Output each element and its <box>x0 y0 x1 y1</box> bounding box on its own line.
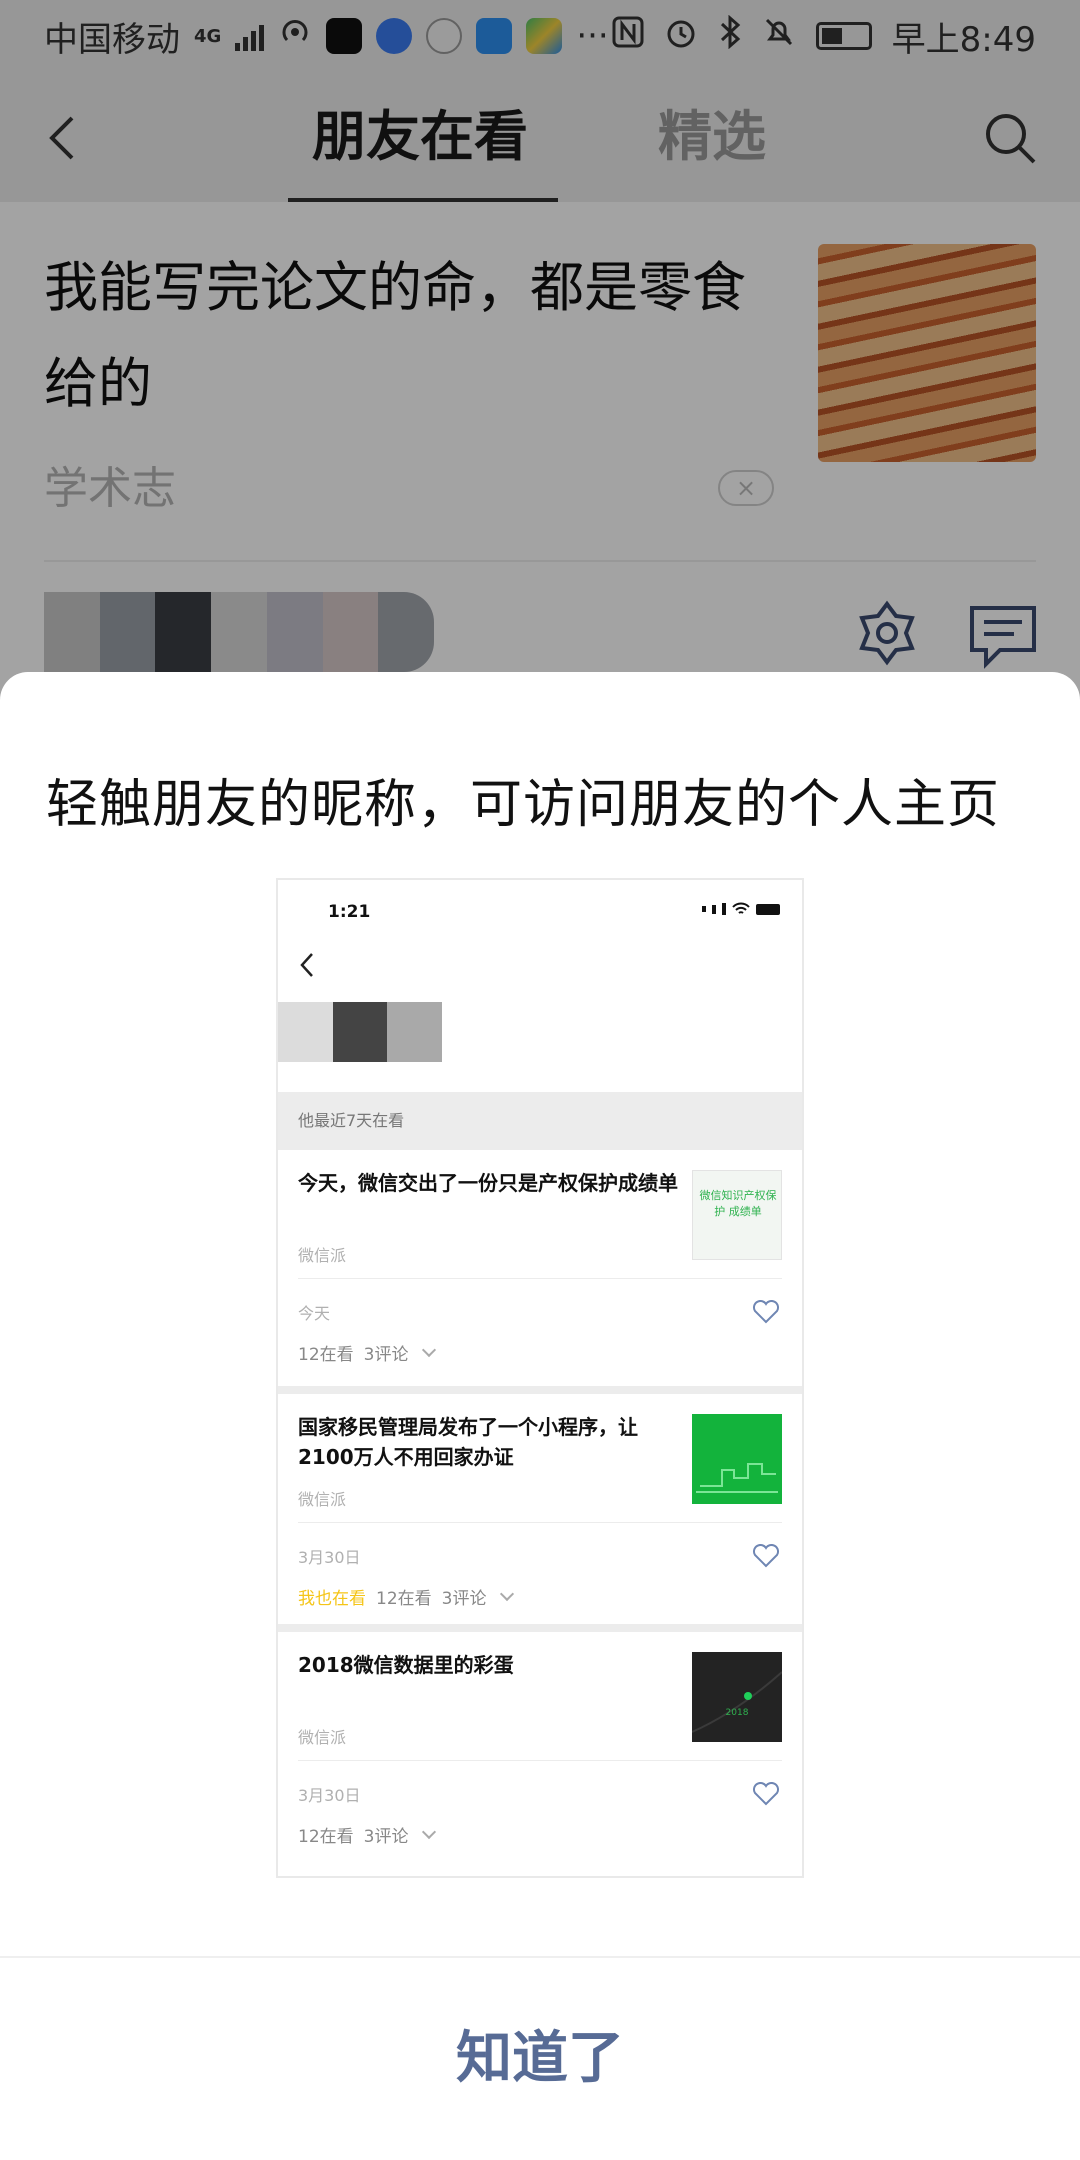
preview-status-icons <box>702 902 780 916</box>
preview-card-meta: 我也在看 12在看 3评论 <box>298 1584 515 1609</box>
preview-card-thumbnail: 2018 <box>692 1652 782 1742</box>
preview-card: 国家移民管理局发布了一个小程序，让2100万人不用回家办证 微信派 3月30日 … <box>278 1394 802 1624</box>
preview-card-thumbnail <box>692 1414 782 1504</box>
preview-card-meta: 12在看 3评论 <box>298 1340 437 1365</box>
preview-views: 12在看 <box>298 1827 354 1847</box>
also-viewing-label: 我也在看 <box>298 1589 366 1609</box>
profile-preview-image: 1:21 他最近7天在看 今天，微信交出了一份只是产权保护成绩单 微信派 微信知… <box>276 878 804 1878</box>
preview-card-source: 微信派 <box>298 1246 347 1265</box>
preview-card: 2018微信数据里的彩蛋 微信派 2018 3月30日 12在看 3评论 <box>278 1632 802 1872</box>
preview-card-source: 微信派 <box>298 1728 347 1747</box>
heart-icon <box>752 1299 780 1324</box>
preview-views: 12在看 <box>376 1589 432 1609</box>
preview-card-thumbnail: 微信知识产权保护 成绩单 <box>692 1170 782 1260</box>
preview-views: 12在看 <box>298 1345 354 1365</box>
preview-card-title: 2018微信数据里的彩蛋 <box>298 1653 514 1677</box>
preview-comments: 3评论 <box>363 1345 409 1365</box>
heart-icon <box>752 1781 780 1806</box>
preview-time: 1:21 <box>328 902 371 922</box>
heart-icon <box>752 1543 780 1568</box>
preview-thumb-text: 2018 <box>725 1708 749 1718</box>
divider <box>298 1522 782 1523</box>
preview-card-meta: 12在看 3评论 <box>298 1822 437 1847</box>
chevron-down-icon <box>422 1824 437 1839</box>
preview-avatar <box>278 1002 443 1062</box>
preview-back-icon <box>296 950 318 980</box>
preview-card-source: 微信派 <box>298 1490 347 1509</box>
card-separator <box>278 1624 802 1632</box>
preview-card: 今天，微信交出了一份只是产权保护成绩单 微信派 微信知识产权保护 成绩单 今天 … <box>278 1150 802 1386</box>
preview-status-bar: 1:21 <box>278 880 802 940</box>
chevron-down-icon <box>500 1586 515 1601</box>
preview-comments: 3评论 <box>441 1589 487 1609</box>
preview-card-date: 3月30日 <box>298 1548 361 1567</box>
chevron-down-icon <box>422 1342 437 1357</box>
sheet-title: 轻触朋友的昵称，可访问朋友的个人主页 <box>46 775 1001 835</box>
preview-card-date: 今天 <box>298 1304 331 1323</box>
divider <box>298 1278 782 1279</box>
card-separator <box>278 1386 802 1394</box>
divider <box>298 1760 782 1761</box>
preview-card-title: 国家移民管理局发布了一个小程序，让2100万人不用回家办证 <box>298 1415 638 1469</box>
preview-card-title: 今天，微信交出了一份只是产权保护成绩单 <box>298 1171 678 1195</box>
preview-thumb-text: 微信知识产权保护 成绩单 <box>699 1189 777 1218</box>
preview-comments: 3评论 <box>363 1827 409 1847</box>
preview-card-date: 3月30日 <box>298 1786 361 1805</box>
got-it-button[interactable]: 知道了 <box>0 1958 1080 2160</box>
preview-section-label: 他最近7天在看 <box>278 1092 802 1150</box>
tip-sheet: 轻触朋友的昵称，可访问朋友的个人主页 1:21 他最近7天在看 今天，微信交出了… <box>0 672 1080 2160</box>
